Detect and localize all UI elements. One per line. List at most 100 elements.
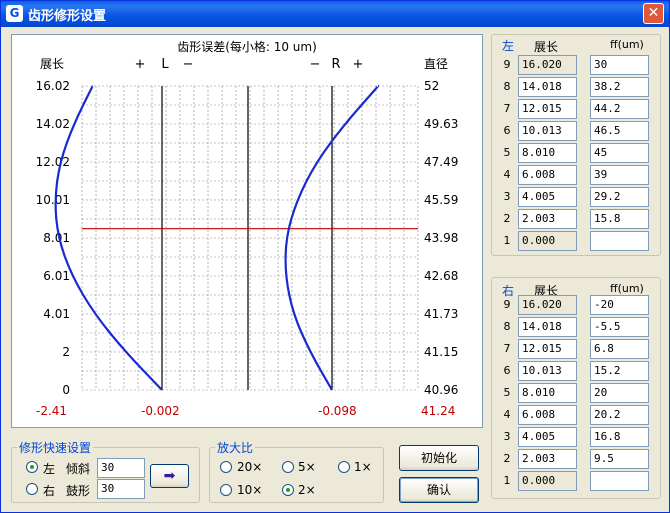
left-tick-label: 4.01: [43, 307, 70, 321]
left_table-length-cell: 0.000: [518, 231, 577, 251]
app-icon: G: [6, 5, 23, 22]
left-l-marker: L: [161, 57, 169, 72]
left_table-row-index: 7: [503, 102, 511, 115]
quick-left-label: 左: [43, 462, 56, 476]
left_table-length-cell[interactable]: 4.005: [518, 187, 577, 207]
right_table-ff-cell[interactable]: 20.2: [590, 405, 649, 425]
right_table-row-index: 4: [503, 408, 511, 421]
left_table-row-index: 4: [503, 168, 511, 181]
right_table-row-index: 7: [503, 342, 511, 355]
left_table-length-cell[interactable]: 12.015: [518, 99, 577, 119]
left_table-ff-cell[interactable]: 15.8: [590, 209, 649, 229]
left_table-ff-cell[interactable]: 38.2: [590, 77, 649, 97]
zoom-10x-radio[interactable]: [220, 484, 232, 496]
zoom-5x-radio[interactable]: [282, 461, 294, 473]
quick-settings-label: 修形快速设置: [17, 439, 94, 456]
profile-chart: 齿形误差(每小格: 10 um) 展长 直径 + L − − R + 16.02…: [11, 34, 483, 428]
confirm-button[interactable]: 确认: [399, 477, 479, 503]
dialog-window: G 齿形修形设置 ✕ 齿形误差(每小格: 10 um) 展长 直径 + L − …: [0, 0, 670, 513]
right_table-row-index: 3: [503, 430, 511, 443]
left-tick-label: 0: [62, 383, 70, 397]
right-tick-label: 49.63: [424, 117, 458, 131]
right_table-length-cell: 0.000: [518, 471, 577, 491]
bottom-value-4: 41.24: [421, 404, 455, 418]
quick-left-radio[interactable]: [26, 461, 38, 473]
left_table-row-index: 9: [503, 58, 511, 71]
crown-input[interactable]: 30: [97, 479, 145, 499]
right_table-ff-cell[interactable]: [590, 471, 649, 491]
left_table-ff-cell[interactable]: 30: [590, 55, 649, 75]
right-table-side-label: 右: [502, 284, 515, 298]
bottom-value-3: -0.098: [318, 404, 357, 418]
left_table-ff-cell[interactable]: 44.2: [590, 99, 649, 119]
bottom-value-2: -0.002: [141, 404, 180, 418]
chart-title: 齿形误差(每小格: 10 um): [177, 39, 317, 54]
apply-arrow-button[interactable]: ➡: [150, 464, 189, 488]
arrow-right-icon: ➡: [163, 468, 176, 484]
zoom-1x-radio[interactable]: [338, 461, 350, 473]
close-button[interactable]: ✕: [643, 3, 664, 24]
init-button[interactable]: 初始化: [399, 445, 479, 471]
zoom-5x-label: 5×: [298, 460, 316, 474]
right_table-length-cell[interactable]: 6.008: [518, 405, 577, 425]
left_table-ff-cell[interactable]: 29.2: [590, 187, 649, 207]
title-bar[interactable]: G 齿形修形设置 ✕: [1, 1, 669, 27]
right_table-row-index: 9: [503, 298, 511, 311]
left-minus-marker: −: [183, 57, 194, 72]
right-r-marker: R: [331, 57, 340, 72]
left_table-length-cell[interactable]: 6.008: [518, 165, 577, 185]
left_table-ff-cell[interactable]: 45: [590, 143, 649, 163]
right_table-ff-cell[interactable]: 16.8: [590, 427, 649, 447]
left-tick-label: 8.01: [43, 231, 70, 245]
right_table-length-cell[interactable]: 4.005: [518, 427, 577, 447]
tilt-input[interactable]: 30: [97, 458, 145, 478]
left-tick-label: 6.01: [43, 269, 70, 283]
right_table-ff-cell[interactable]: -5.5: [590, 317, 649, 337]
right_table-ff-cell[interactable]: 20: [590, 383, 649, 403]
left_table-row-index: 6: [503, 124, 511, 137]
right_table-ff-cell[interactable]: 6.8: [590, 339, 649, 359]
left_table-row-index: 2: [503, 212, 511, 225]
right-tick-label: 47.49: [424, 155, 458, 169]
right_table-ff-cell[interactable]: -20: [590, 295, 649, 315]
bottom-value-1: -2.41: [36, 404, 67, 418]
right_table-length-cell[interactable]: 14.018: [518, 317, 577, 337]
right_table-row-index: 5: [503, 386, 511, 399]
right_table-ff-cell[interactable]: 9.5: [590, 449, 649, 469]
right-tick-label: 43.98: [424, 231, 458, 245]
zoom-20x-radio[interactable]: [220, 461, 232, 473]
right-table-col-ff: ff(um): [610, 282, 644, 295]
left_table-ff-cell[interactable]: 46.5: [590, 121, 649, 141]
left_table-row-index: 3: [503, 190, 511, 203]
right-tick-label: 41.15: [424, 345, 458, 359]
left-table-col-length: 展长: [534, 40, 559, 54]
left_table-ff-cell[interactable]: 39: [590, 165, 649, 185]
left_table-length-cell: 16.020: [518, 55, 577, 75]
left_table-ff-cell[interactable]: [590, 231, 649, 251]
right-plus-marker: +: [353, 57, 364, 72]
right_table-row-index: 2: [503, 452, 511, 465]
right_table-ff-cell[interactable]: 15.2: [590, 361, 649, 381]
right_table-row-index: 8: [503, 320, 511, 333]
left-table-group: 左 展长 ff(um) 9 16.020 30 8 14.018 38.2 7 12.015 4…: [491, 34, 661, 256]
tilt-label: 倾斜: [66, 462, 91, 476]
zoom-2x-radio[interactable]: [282, 484, 294, 496]
left_table-length-cell[interactable]: 2.003: [518, 209, 577, 229]
right_table-length-cell[interactable]: 12.015: [518, 339, 577, 359]
left_table-row-index: 8: [503, 80, 511, 93]
window-title: 齿形修形设置: [28, 9, 107, 24]
left-table-side-label: 左: [502, 39, 515, 53]
right_table-length-cell[interactable]: 10.013: [518, 361, 577, 381]
left_table-row-index: 1: [503, 234, 511, 247]
right_table-length-cell[interactable]: 8.010: [518, 383, 577, 403]
left_table-length-cell[interactable]: 10.013: [518, 121, 577, 141]
left_table-length-cell[interactable]: 14.018: [518, 77, 577, 97]
quick-right-radio[interactable]: [26, 483, 38, 495]
quick-right-label: 右: [43, 484, 56, 498]
right_table-length-cell[interactable]: 2.003: [518, 449, 577, 469]
crown-label: 鼓形: [66, 484, 91, 498]
left_table-length-cell[interactable]: 8.010: [518, 143, 577, 163]
zoom-10x-label: 10×: [237, 483, 263, 497]
left_table-row-index: 5: [503, 146, 511, 159]
right-tick-label: 42.68: [424, 269, 458, 283]
